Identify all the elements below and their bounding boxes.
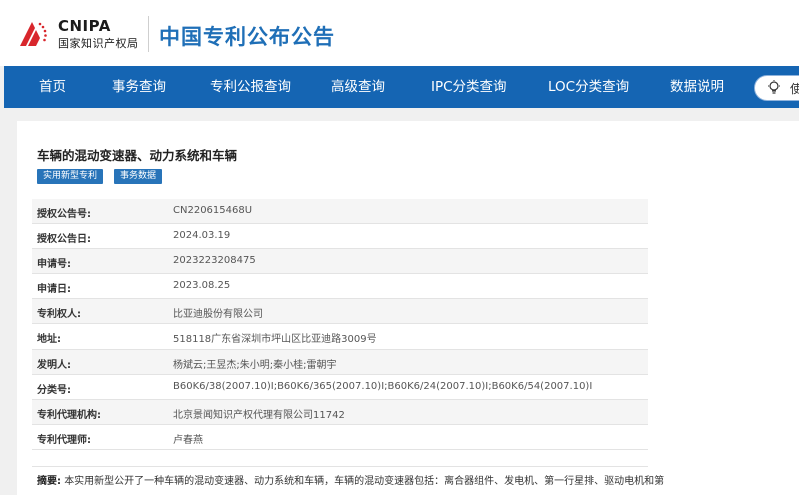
info-row: 授权公告日: 2024.03.19	[32, 224, 648, 250]
field-value: 2023223208475	[173, 255, 256, 267]
patent-title: 车辆的混动变速器、动力系统和车辆	[37, 148, 238, 163]
field-label: 授权公告号:	[37, 209, 91, 220]
field-label: 申请日:	[37, 284, 71, 296]
field-value: CN220615468U	[173, 205, 253, 216]
patent-abstract: 摘要: 本实用新型公开了一种车辆的混动变速器、动力系统和车辆，车辆的混动变速器包…	[37, 472, 797, 487]
field-value: 杨斌云;王昱杰;朱小明;秦小桂;雷朝宇	[173, 359, 337, 371]
info-row: 分类号: B60K6/38(2007.10)I;B60K6/365(2007.1…	[32, 374, 648, 400]
abstract-text: 本实用新型公开了一种车辆的混动变速器、动力系统和车辆，车辆的混动变速器包括：离合…	[64, 476, 665, 487]
field-label: 申请号:	[37, 259, 71, 271]
nav-item-home[interactable]: 首页	[39, 66, 66, 108]
info-row: 地址: 518118广东省深圳市坪山区比亚迪路3009号	[32, 324, 648, 350]
abstract-divider	[32, 466, 648, 467]
field-value: 2024.03.19	[173, 230, 231, 242]
lightbulb-icon	[768, 80, 780, 94]
field-label: 发明人:	[37, 359, 71, 371]
nav-item-ipc-query[interactable]: IPC分类查询	[431, 66, 507, 108]
field-value: 518118广东省深圳市坪山区比亚迪路3009号	[173, 334, 377, 346]
site-title: 中国专利公布公告	[159, 25, 335, 49]
field-label: 授权公告日:	[37, 234, 91, 246]
cnipa-logo-icon	[20, 22, 47, 46]
info-row: 授权公告号: CN220615468U	[32, 199, 648, 225]
info-row: 专利代理师: 卢春燕	[32, 424, 648, 450]
info-row: 专利权人: 比亚迪股份有限公司	[32, 299, 648, 325]
field-value: 比亚迪股份有限公司	[173, 309, 263, 321]
field-label: 专利代理师:	[37, 434, 91, 446]
info-row: 申请号: 2023223208475	[32, 249, 648, 275]
main-nav: 首页 事务查询 专利公报查询 高级查询 IPC分类查询 LOC分类查询 数据说明…	[4, 66, 799, 108]
field-value: 卢春燕	[173, 434, 203, 446]
info-row: 专利代理机构: 北京景闻知识产权代理有限公司11742	[32, 399, 648, 425]
nav-item-advanced-query[interactable]: 高级查询	[331, 66, 385, 108]
tag-utility-model[interactable]: 实用新型专利	[37, 169, 104, 184]
logo-text-cn: 国家知识产权局	[58, 37, 139, 50]
logo-text-en: CNIPA	[58, 17, 111, 35]
cnipa-logo[interactable]: CNIPA 国家知识产权局	[18, 16, 148, 54]
field-label: 地址:	[37, 334, 61, 346]
info-row: 发明人: 杨斌云;王昱杰;朱小明;秦小桂;雷朝宇	[32, 349, 648, 375]
abstract-label: 摘要:	[37, 476, 61, 487]
field-value: 2023.08.25	[173, 280, 231, 292]
nav-item-gazette-query[interactable]: 专利公报查询	[210, 66, 291, 108]
field-value: B60K6/38(2007.10)I;B60K6/365(2007.10)I;B…	[173, 380, 593, 392]
info-row: 申请日: 2023.08.25	[32, 274, 648, 300]
tag-transaction-data[interactable]: 事务数据	[114, 169, 163, 184]
help-button[interactable]: 使	[754, 75, 799, 101]
patent-detail-panel: 车辆的混动变速器、动力系统和车辆 实用新型专利 事务数据 授权公告号: CN22…	[17, 121, 799, 495]
nav-item-data-description[interactable]: 数据说明	[670, 66, 724, 108]
nav-item-transaction-query[interactable]: 事务查询	[112, 66, 166, 108]
field-label: 分类号:	[37, 384, 71, 396]
patent-info-table: 授权公告号: CN220615468U 授权公告日: 2024.03.19 申请…	[32, 199, 648, 450]
field-label: 专利代理机构:	[37, 409, 101, 421]
field-label: 专利权人:	[37, 309, 81, 321]
field-value: 北京景闻知识产权代理有限公司11742	[173, 409, 345, 421]
help-label: 使	[790, 82, 799, 96]
site-header: CNIPA 国家知识产权局 中国专利公布公告	[0, 0, 799, 66]
header-divider	[148, 16, 149, 52]
nav-item-loc-query[interactable]: LOC分类查询	[548, 66, 629, 108]
